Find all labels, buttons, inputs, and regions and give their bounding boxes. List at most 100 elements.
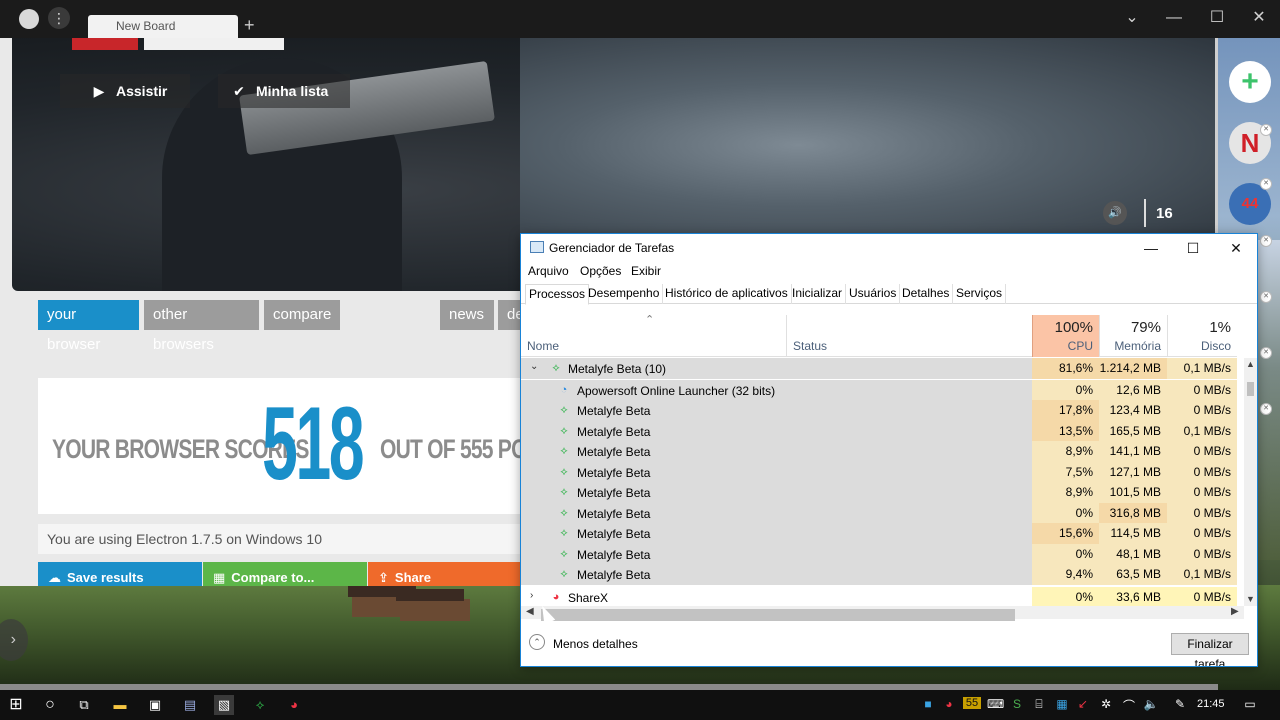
close-icon[interactable]: ✕ xyxy=(1260,235,1272,247)
scroll-up-icon[interactable]: ▲ xyxy=(1244,359,1257,369)
watch-button[interactable]: ▶ Assistir xyxy=(60,74,190,108)
close-icon[interactable]: ✕ xyxy=(1260,403,1272,415)
close-icon[interactable]: ✕ xyxy=(1260,347,1272,359)
close-button[interactable]: ✕ xyxy=(1247,6,1271,30)
column-memoria[interactable]: 79% Memória xyxy=(1099,315,1167,357)
process-row[interactable]: ⟡ Metalyfe Beta 9,4% 63,5 MB 0,1 MB/s xyxy=(521,564,1237,585)
close-icon[interactable]: ✕ xyxy=(1260,124,1272,136)
hero-video[interactable]: ▶ Assistir ✔ Minha lista xyxy=(12,38,520,291)
save-results-button[interactable]: ☁ Save results xyxy=(38,562,202,586)
notepad-icon[interactable]: ▤ xyxy=(180,695,200,715)
sort-up-icon: ⌃ xyxy=(645,314,655,326)
task-manager-taskbar-icon[interactable]: ▧ xyxy=(214,695,234,715)
tab-servicos[interactable]: Serviços xyxy=(953,284,1007,304)
my-list-button[interactable]: ✔ Minha lista xyxy=(218,74,350,108)
browser-tab[interactable]: New Board xyxy=(88,15,238,38)
tray-arrow-icon[interactable]: ↙ xyxy=(1076,697,1090,711)
process-row[interactable]: ⟡ Metalyfe Beta 8,9% 141,1 MB 0 MB/s xyxy=(521,441,1237,462)
metalyfe-icon: ⟡ xyxy=(560,404,568,416)
menu-exibir[interactable]: Exibir xyxy=(631,264,661,278)
add-app-button[interactable]: + xyxy=(1229,61,1271,103)
process-group-row[interactable]: › ◕ ShareX 0% 33,6 MB 0 MB/s xyxy=(521,587,1237,606)
menu-arquivo[interactable]: Arquivo xyxy=(528,264,569,278)
tab-usuarios[interactable]: Usuários xyxy=(846,284,901,304)
minimize-button[interactable]: — xyxy=(1136,237,1166,259)
nav-news[interactable]: news xyxy=(440,300,494,330)
menu-opcoes[interactable]: Opções xyxy=(580,264,621,278)
metalyfe-taskbar-icon[interactable]: ⟡ xyxy=(250,695,270,715)
tab-processos[interactable]: Processos xyxy=(525,284,590,305)
chevron-up-icon[interactable]: ⌃ xyxy=(529,634,545,650)
nav-other-browsers[interactable]: other browsers xyxy=(144,300,259,353)
tray-network-icon[interactable]: ▦ xyxy=(1054,697,1070,711)
close-icon[interactable]: ✕ xyxy=(1260,178,1272,190)
scroll-down-icon[interactable]: ▼ xyxy=(1244,594,1257,604)
tray-app-icon[interactable]: ■ xyxy=(921,697,935,711)
scroll-left-icon[interactable]: ◀ xyxy=(526,606,534,617)
volume-icon[interactable]: 🔊 xyxy=(1103,201,1127,225)
search-circle-icon[interactable]: ○ xyxy=(40,695,60,715)
minimize-button[interactable]: — xyxy=(1162,6,1186,30)
tab-detalhes[interactable]: Detalhes xyxy=(899,284,954,304)
task-view-icon[interactable]: ⧉ xyxy=(74,695,94,715)
process-row[interactable]: ⟡ Metalyfe Beta 8,9% 101,5 MB 0 MB/s xyxy=(521,482,1237,503)
sidebar-divider xyxy=(1215,38,1218,233)
column-nome[interactable]: ⌃ Nome xyxy=(521,314,787,357)
process-row[interactable]: ⟡ Metalyfe Beta 0% 48,1 MB 0 MB/s xyxy=(521,544,1237,565)
horizontal-scroll-thumb[interactable] xyxy=(541,609,1015,621)
tray-chrome-icon[interactable]: ◕ xyxy=(941,697,957,711)
age-rating: 16 xyxy=(1156,205,1173,222)
chevron-down-icon[interactable]: ⌄ xyxy=(530,361,538,372)
close-icon[interactable]: ✕ xyxy=(1260,291,1272,303)
metalyfe-icon: ⟡ xyxy=(560,568,568,580)
file-explorer-icon[interactable]: ▬ xyxy=(110,695,130,715)
browser-menu-button[interactable]: ⋮ xyxy=(48,7,70,29)
tray-gear-icon[interactable]: ✲ xyxy=(1098,697,1114,711)
process-row[interactable]: ⟡ Metalyfe Beta 0% 316,8 MB 0 MB/s xyxy=(521,503,1237,524)
chrome-taskbar-icon[interactable]: ◕ xyxy=(284,695,304,715)
chevron-right-icon[interactable]: › xyxy=(530,590,533,601)
column-status[interactable]: Status xyxy=(787,315,1032,357)
share-button[interactable]: ⇪ Share xyxy=(368,562,520,586)
tray-skype-icon[interactable]: S xyxy=(1009,697,1025,711)
tab-desempenho[interactable]: Desempenho xyxy=(585,284,664,304)
column-cpu[interactable]: 100% CPU xyxy=(1032,315,1099,357)
profile-avatar[interactable] xyxy=(19,9,39,29)
tray-pen-icon[interactable]: ✎ xyxy=(1172,697,1188,711)
process-row[interactable]: ◔ Apowersoft Online Launcher (32 bits) 0… xyxy=(521,380,1237,401)
windows-start-icon[interactable]: ⊞ xyxy=(6,695,26,715)
process-row[interactable]: ⟡ Metalyfe Beta 7,5% 127,1 MB 0 MB/s xyxy=(521,462,1237,483)
notification-icon[interactable]: ▭ xyxy=(1242,697,1258,711)
column-disco[interactable]: 1% Disco xyxy=(1167,315,1237,357)
end-task-button[interactable]: Finalizar tarefa xyxy=(1171,633,1249,666)
tab-inicializar[interactable]: Inicializar xyxy=(789,284,847,304)
vertical-scroll-thumb[interactable] xyxy=(1247,382,1254,396)
tray-volume-icon[interactable]: 🔈 xyxy=(1143,697,1159,711)
tray-badge[interactable]: 55 xyxy=(963,697,981,709)
nav-your-browser[interactable]: your browser xyxy=(38,300,139,353)
process-row[interactable]: ⟡ Metalyfe Beta 17,8% 123,4 MB 0 MB/s xyxy=(521,400,1237,421)
close-button[interactable]: ✕ xyxy=(1221,237,1251,259)
process-row[interactable]: ⟡ Metalyfe Beta 13,5% 165,5 MB 0,1 MB/s xyxy=(521,421,1237,442)
process-group-row[interactable]: ⌄ ⟡ Metalyfe Beta (10) 81,6% 1.214,2 MB … xyxy=(521,358,1237,379)
process-table-header: ⌃ Nome Status 100% CPU 79% Memória 1% Di… xyxy=(521,314,1237,357)
nav-more[interactable]: de xyxy=(498,300,520,330)
process-row[interactable]: ⟡ Metalyfe Beta 15,6% 114,5 MB 0 MB/s xyxy=(521,523,1237,544)
tray-usb-icon[interactable]: ⌸ xyxy=(1032,697,1046,712)
task-manager-titlebar[interactable]: Gerenciador de Tarefas — ☐ ✕ xyxy=(521,234,1257,262)
play-icon: ▶ xyxy=(93,83,105,99)
nav-compare[interactable]: compare xyxy=(264,300,340,330)
maximize-button[interactable]: ☐ xyxy=(1205,6,1229,30)
less-details-link[interactable]: Menos detalhes xyxy=(553,637,638,651)
tray-keyboard-icon[interactable]: ⌨ xyxy=(987,697,1004,711)
scroll-right-icon[interactable]: ▶ xyxy=(1231,606,1239,617)
tab-historico[interactable]: Histórico de aplicativos xyxy=(662,284,792,304)
new-tab-button[interactable]: + xyxy=(244,14,255,36)
compare-to-button[interactable]: ▦ Compare to... xyxy=(203,562,367,586)
tray-wifi-icon[interactable]: ⌒ xyxy=(1121,697,1137,714)
store-icon[interactable]: ▣ xyxy=(145,695,165,715)
taskbar-clock[interactable]: 21:45 xyxy=(1197,698,1225,710)
show-logo xyxy=(72,38,138,50)
chevron-down-icon[interactable]: ⌄ xyxy=(1120,6,1144,30)
maximize-button[interactable]: ☐ xyxy=(1178,237,1208,259)
